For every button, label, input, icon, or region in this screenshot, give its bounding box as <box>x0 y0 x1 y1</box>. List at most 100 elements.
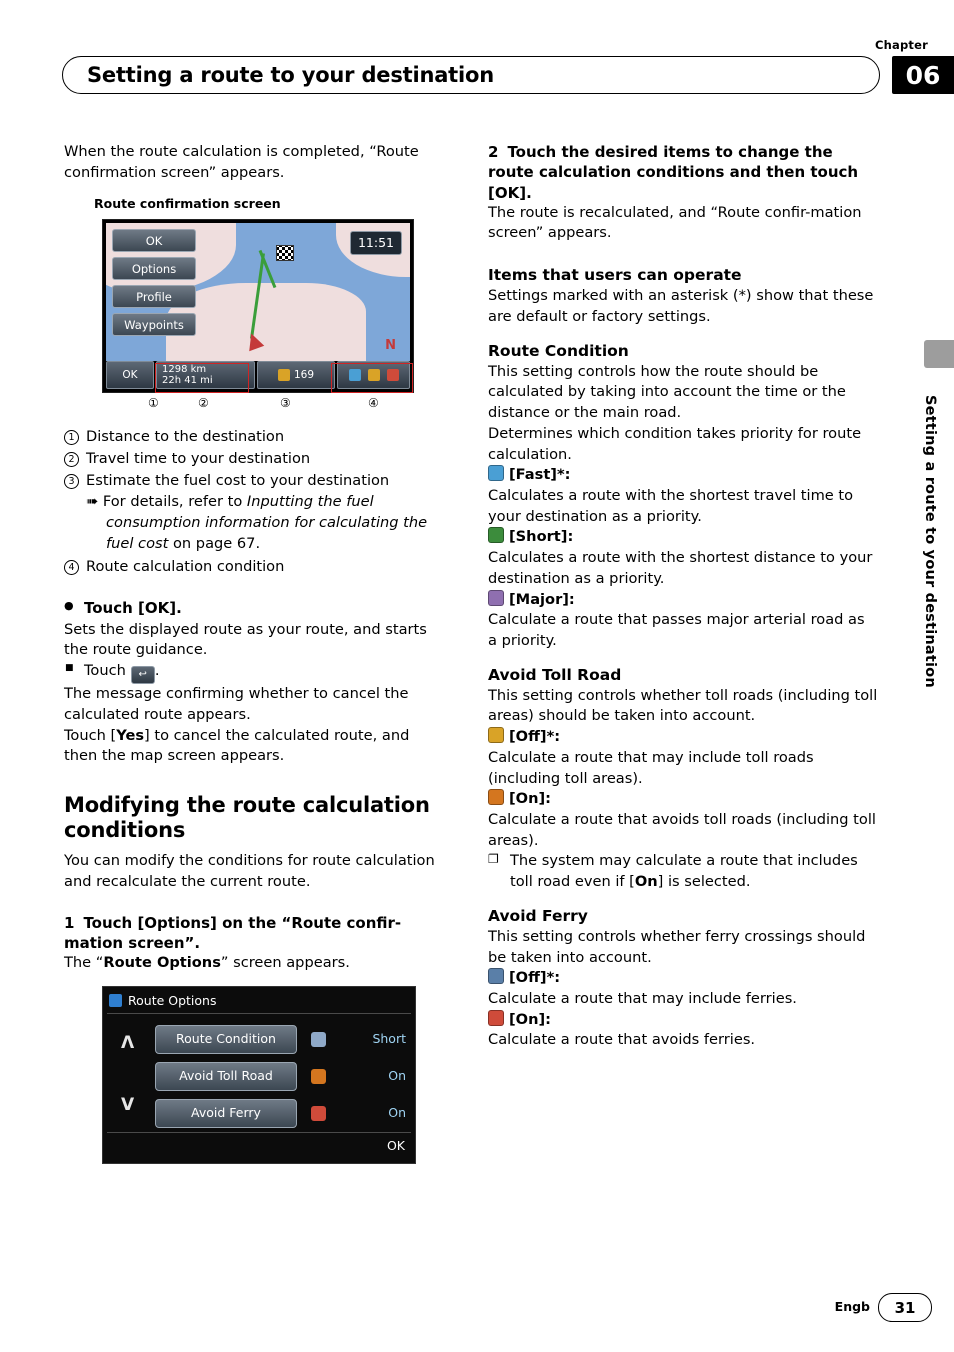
avoid-toll-button[interactable]: Avoid Toll Road <box>155 1061 297 1091</box>
ferry-off-label: [Off]*: <box>509 969 561 987</box>
legend-num-2: 2 <box>64 451 79 467</box>
chapter-number-tab: 06 <box>892 56 954 94</box>
avoid-ferry-row[interactable]: Avoid Ferry On <box>155 1098 406 1128</box>
short-option-label: [Short]: <box>509 528 574 546</box>
short-option-label-row: [Short]: <box>488 527 878 548</box>
back-button[interactable]: OK <box>106 361 154 390</box>
route-confirmation-screenshot: 11:51 N OK Options Profile Waypoints OK … <box>102 219 414 394</box>
route-condition-body-2: Determines which condition takes priorit… <box>488 424 862 463</box>
touch-yes-bold: Yes <box>116 726 145 744</box>
callout-2: ② <box>198 396 209 411</box>
fast-icon <box>488 465 504 482</box>
avoid-ferry-heading: Avoid Ferry <box>488 906 588 925</box>
callout-4: ④ <box>368 396 379 411</box>
left-column: When the route calculation is completed,… <box>64 142 444 1165</box>
compass-north-icon: N <box>385 337 396 353</box>
touch-back-body: The message confirming whether to cancel… <box>64 685 409 723</box>
divider <box>107 1013 411 1015</box>
distance-time-cell: 1298 km 22h 41 mi <box>156 361 255 390</box>
scroll-down-icon[interactable]: V <box>121 1093 134 1117</box>
legend-text-3: Estimate the fuel cost to your destinati… <box>86 471 390 489</box>
fast-option-body: Calculates a route with the shortest tra… <box>488 486 854 525</box>
toll-road-icon <box>367 369 380 382</box>
major-option-body: Calculate a route that passes major arte… <box>488 611 865 649</box>
ferry-on-label-row: [On]: <box>488 1009 878 1031</box>
legend-num-3: 3 <box>64 473 79 489</box>
touch-yes-paragraph: Touch [Yes] to cancel the calculated rou… <box>64 726 444 767</box>
route-options-title-text: Route Options <box>128 993 217 1009</box>
scroll-up-icon[interactable]: Λ <box>121 1031 134 1055</box>
short-option-body: Calculates a route with the shortest dis… <box>488 549 873 587</box>
major-option-label: [Major]: <box>509 590 575 608</box>
legend-text-4: Route calculation condition <box>86 557 285 575</box>
ferry-on-icon <box>488 1009 504 1026</box>
legend-num-1: 1 <box>64 430 79 446</box>
intro-paragraph: When the route calculation is completed,… <box>64 143 419 181</box>
ferry-off-label-row: [Off]*: <box>488 968 878 989</box>
short-icon <box>488 527 504 544</box>
avoid-ferry-value: On <box>388 1105 406 1121</box>
travel-time-value: 22h 41 mi <box>162 375 213 387</box>
fuel-cost-value: 169 <box>293 368 315 381</box>
toll-on-label-row: [On]: <box>488 789 878 810</box>
section-body: You can modify the conditions for route … <box>64 852 435 891</box>
legend-list: 1 Distance to the destination 2 Travel tim… <box>64 427 444 577</box>
toll-on-icon <box>488 789 504 806</box>
waypoints-button[interactable]: Waypoints <box>112 313 196 337</box>
avoid-ferry-value-icon <box>311 1105 326 1121</box>
cross-ref-suffix: on page 67. <box>168 534 261 552</box>
list-item: 4 Route calculation condition <box>64 557 444 578</box>
landmass-shape <box>166 283 366 362</box>
toll-note-post: ] is selected. <box>657 873 751 891</box>
figure-caption: Route confirmation screen <box>94 196 281 212</box>
footer-page-number: 31 <box>878 1293 932 1322</box>
route-options-ok-button[interactable]: OK <box>387 1137 405 1155</box>
route-options-screenshot: Route Options Λ V Route Condition Short … <box>102 986 416 1165</box>
fuel-icon <box>277 369 290 382</box>
avoid-ferry-button[interactable]: Avoid Ferry <box>155 1098 297 1128</box>
page-title-pill: Setting a route to your destination <box>62 56 880 94</box>
step-2-body: The route is recalculated, and “Route co… <box>488 203 862 242</box>
route-condition-value-icon <box>311 1031 326 1047</box>
options-button[interactable]: Options <box>112 257 196 281</box>
step-1-result-pre: The “ <box>64 954 104 972</box>
divider <box>107 1132 411 1134</box>
callout-1: ① <box>148 396 159 411</box>
route-condition-button[interactable]: Route Condition <box>155 1024 297 1054</box>
list-item: 2 Travel time to your destination <box>64 449 444 470</box>
step-1-number: 1 <box>64 913 75 932</box>
major-option-label-row: [Major]: <box>488 589 878 611</box>
right-column: 2 Touch the desired items to change the r… <box>488 142 878 1051</box>
touch-back-label: Touch <box>84 661 126 679</box>
touch-ok-body: Sets the displayed route as your route, … <box>64 620 427 659</box>
items-heading: Items that users can operate <box>488 266 742 285</box>
route-condition-row[interactable]: Route Condition Short <box>155 1024 406 1054</box>
callout-3: ③ <box>280 396 291 411</box>
route-condition-body-1: This setting controls how the route shou… <box>488 362 846 422</box>
avoid-toll-row[interactable]: Avoid Toll Road On <box>155 1061 406 1091</box>
profile-button[interactable]: Profile <box>112 285 196 309</box>
toll-note: The system may calculate a route that in… <box>488 851 878 892</box>
step-1-text: Touch [Options] on the “Route confir-mat… <box>64 913 402 953</box>
chapter-label: Chapter <box>875 38 928 52</box>
back-key-icon[interactable]: ↩ <box>130 665 155 685</box>
avoid-toll-heading: Avoid Toll Road <box>488 665 622 684</box>
footer-language: Engb <box>834 1299 870 1314</box>
step-1-result-bold: Route Options <box>103 954 221 972</box>
route-condition-heading: Route Condition <box>488 341 629 360</box>
list-item: 1 Distance to the destination <box>64 427 444 448</box>
fast-option-label: [Fast]*: <box>509 466 571 484</box>
legend-text-2: Travel time to your destination <box>86 449 311 467</box>
toll-on-body: Calculate a route that avoids toll roads… <box>488 811 876 849</box>
ok-button[interactable]: OK <box>112 229 196 253</box>
step-2-number: 2 <box>488 143 499 161</box>
route-condition-cell[interactable] <box>337 361 410 390</box>
route-condition-icon <box>348 369 361 382</box>
ferry-off-body: Calculate a route that may include ferri… <box>488 990 797 1008</box>
step-2: 2 Touch the desired items to change the r… <box>488 142 878 203</box>
ferry-on-body: Calculate a route that avoids ferries. <box>488 1031 756 1049</box>
toll-off-body: Calculate a route that may include toll … <box>488 748 814 787</box>
route-options-title: Route Options <box>109 992 217 1010</box>
avoid-ferry-body: This setting controls whether ferry cros… <box>488 927 866 966</box>
toll-note-bold: On <box>634 873 658 891</box>
